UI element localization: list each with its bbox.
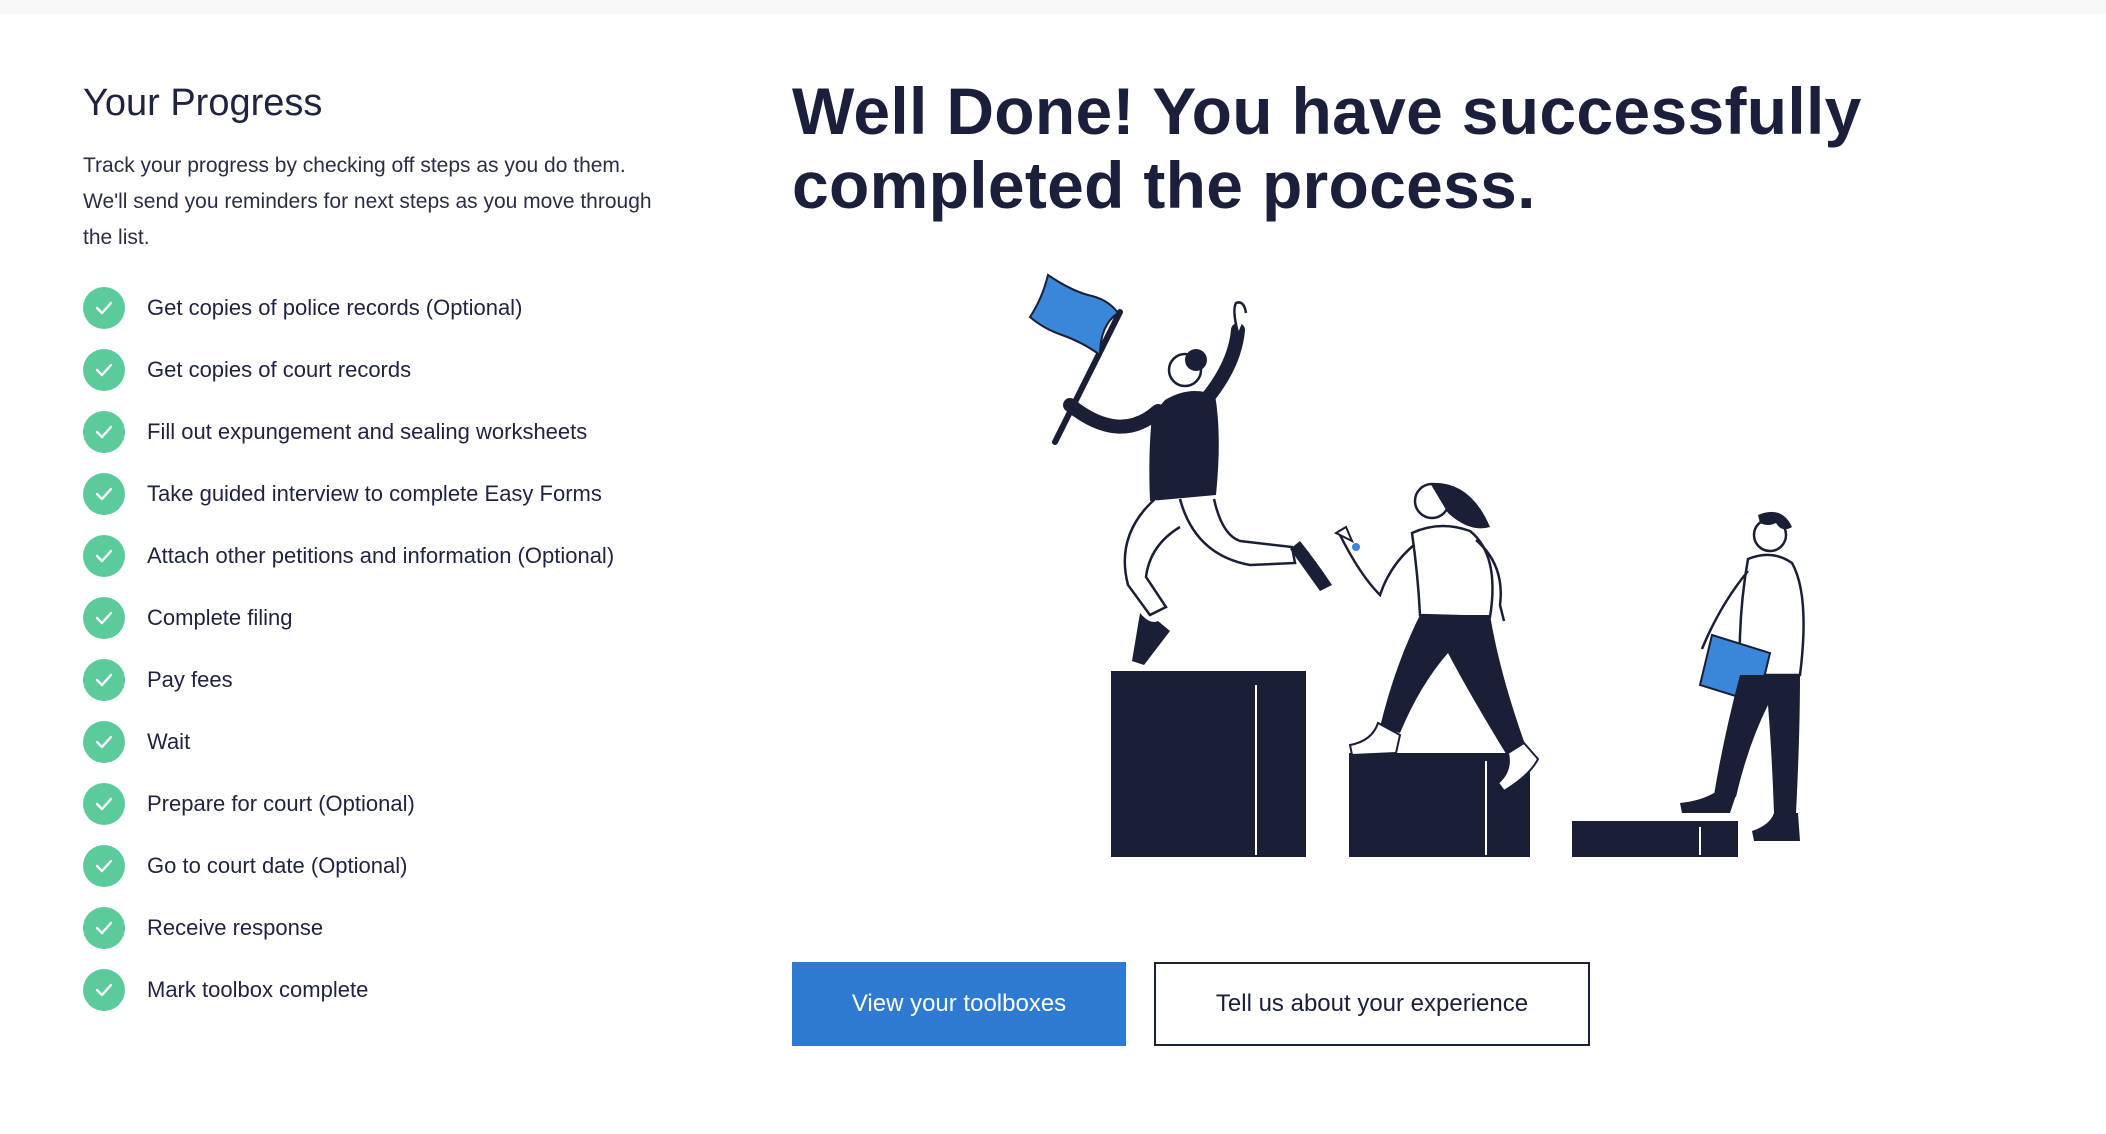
step-item[interactable]: Pay fees <box>83 649 683 711</box>
page-title: Well Done! You have successfully complet… <box>792 74 1862 222</box>
step-label: Pay fees <box>147 667 233 692</box>
check-icon <box>83 969 125 1011</box>
step-label: Wait <box>147 729 191 754</box>
step-item[interactable]: Attach other petitions and information (… <box>83 525 683 587</box>
action-buttons: View your toolboxes Tell us about your e… <box>792 962 1590 1046</box>
check-icon <box>83 473 125 515</box>
step-item[interactable]: Get copies of court records <box>83 339 683 401</box>
step-label: Attach other petitions and information (… <box>147 543 615 568</box>
feedback-button[interactable]: Tell us about your experience <box>1154 962 1590 1046</box>
step-label: Complete filing <box>147 605 293 630</box>
check-icon <box>83 907 125 949</box>
check-icon <box>83 349 125 391</box>
top-strip <box>0 0 2106 14</box>
step-item[interactable]: Fill out expungement and sealing workshe… <box>83 401 683 463</box>
step-label: Fill out expungement and sealing workshe… <box>147 419 588 444</box>
step-label: Get copies of court records <box>147 357 412 382</box>
check-icon <box>83 597 125 639</box>
step-label: Receive response <box>147 915 324 940</box>
step-label: Take guided interview to complete Easy F… <box>147 481 602 506</box>
step-item[interactable]: Wait <box>83 711 683 773</box>
step-label: Mark toolbox complete <box>147 977 369 1002</box>
step-label: Go to court date (Optional) <box>147 853 408 878</box>
check-icon <box>83 535 125 577</box>
step-item[interactable]: Take guided interview to complete Easy F… <box>83 463 683 525</box>
people-climbing-steps-illustration <box>1028 273 1805 857</box>
view-toolboxes-button[interactable]: View your toolboxes <box>792 962 1126 1046</box>
progress-panel: Your Progress Track your progress by che… <box>83 78 683 1021</box>
check-icon <box>83 783 125 825</box>
step-item[interactable]: Get copies of police records (Optional) <box>83 277 683 339</box>
step-item[interactable]: Go to court date (Optional) <box>83 835 683 897</box>
check-icon <box>83 287 125 329</box>
step-item[interactable]: Prepare for court (Optional) <box>83 773 683 835</box>
progress-title: Your Progress <box>83 82 323 124</box>
step-item[interactable]: Mark toolbox complete <box>83 959 683 1021</box>
check-icon <box>83 659 125 701</box>
check-icon <box>83 845 125 887</box>
step-item[interactable]: Complete filing <box>83 587 683 649</box>
step-label: Get copies of police records (Optional) <box>147 295 523 320</box>
check-icon <box>83 721 125 763</box>
steps-list: Get copies of police records (Optional) … <box>83 277 683 1021</box>
step-label: Prepare for court (Optional) <box>147 791 415 816</box>
completion-panel: Well Done! You have successfully complet… <box>792 74 1992 222</box>
progress-description: Track your progress by checking off step… <box>83 154 652 249</box>
step-item[interactable]: Receive response <box>83 897 683 959</box>
check-icon <box>83 411 125 453</box>
